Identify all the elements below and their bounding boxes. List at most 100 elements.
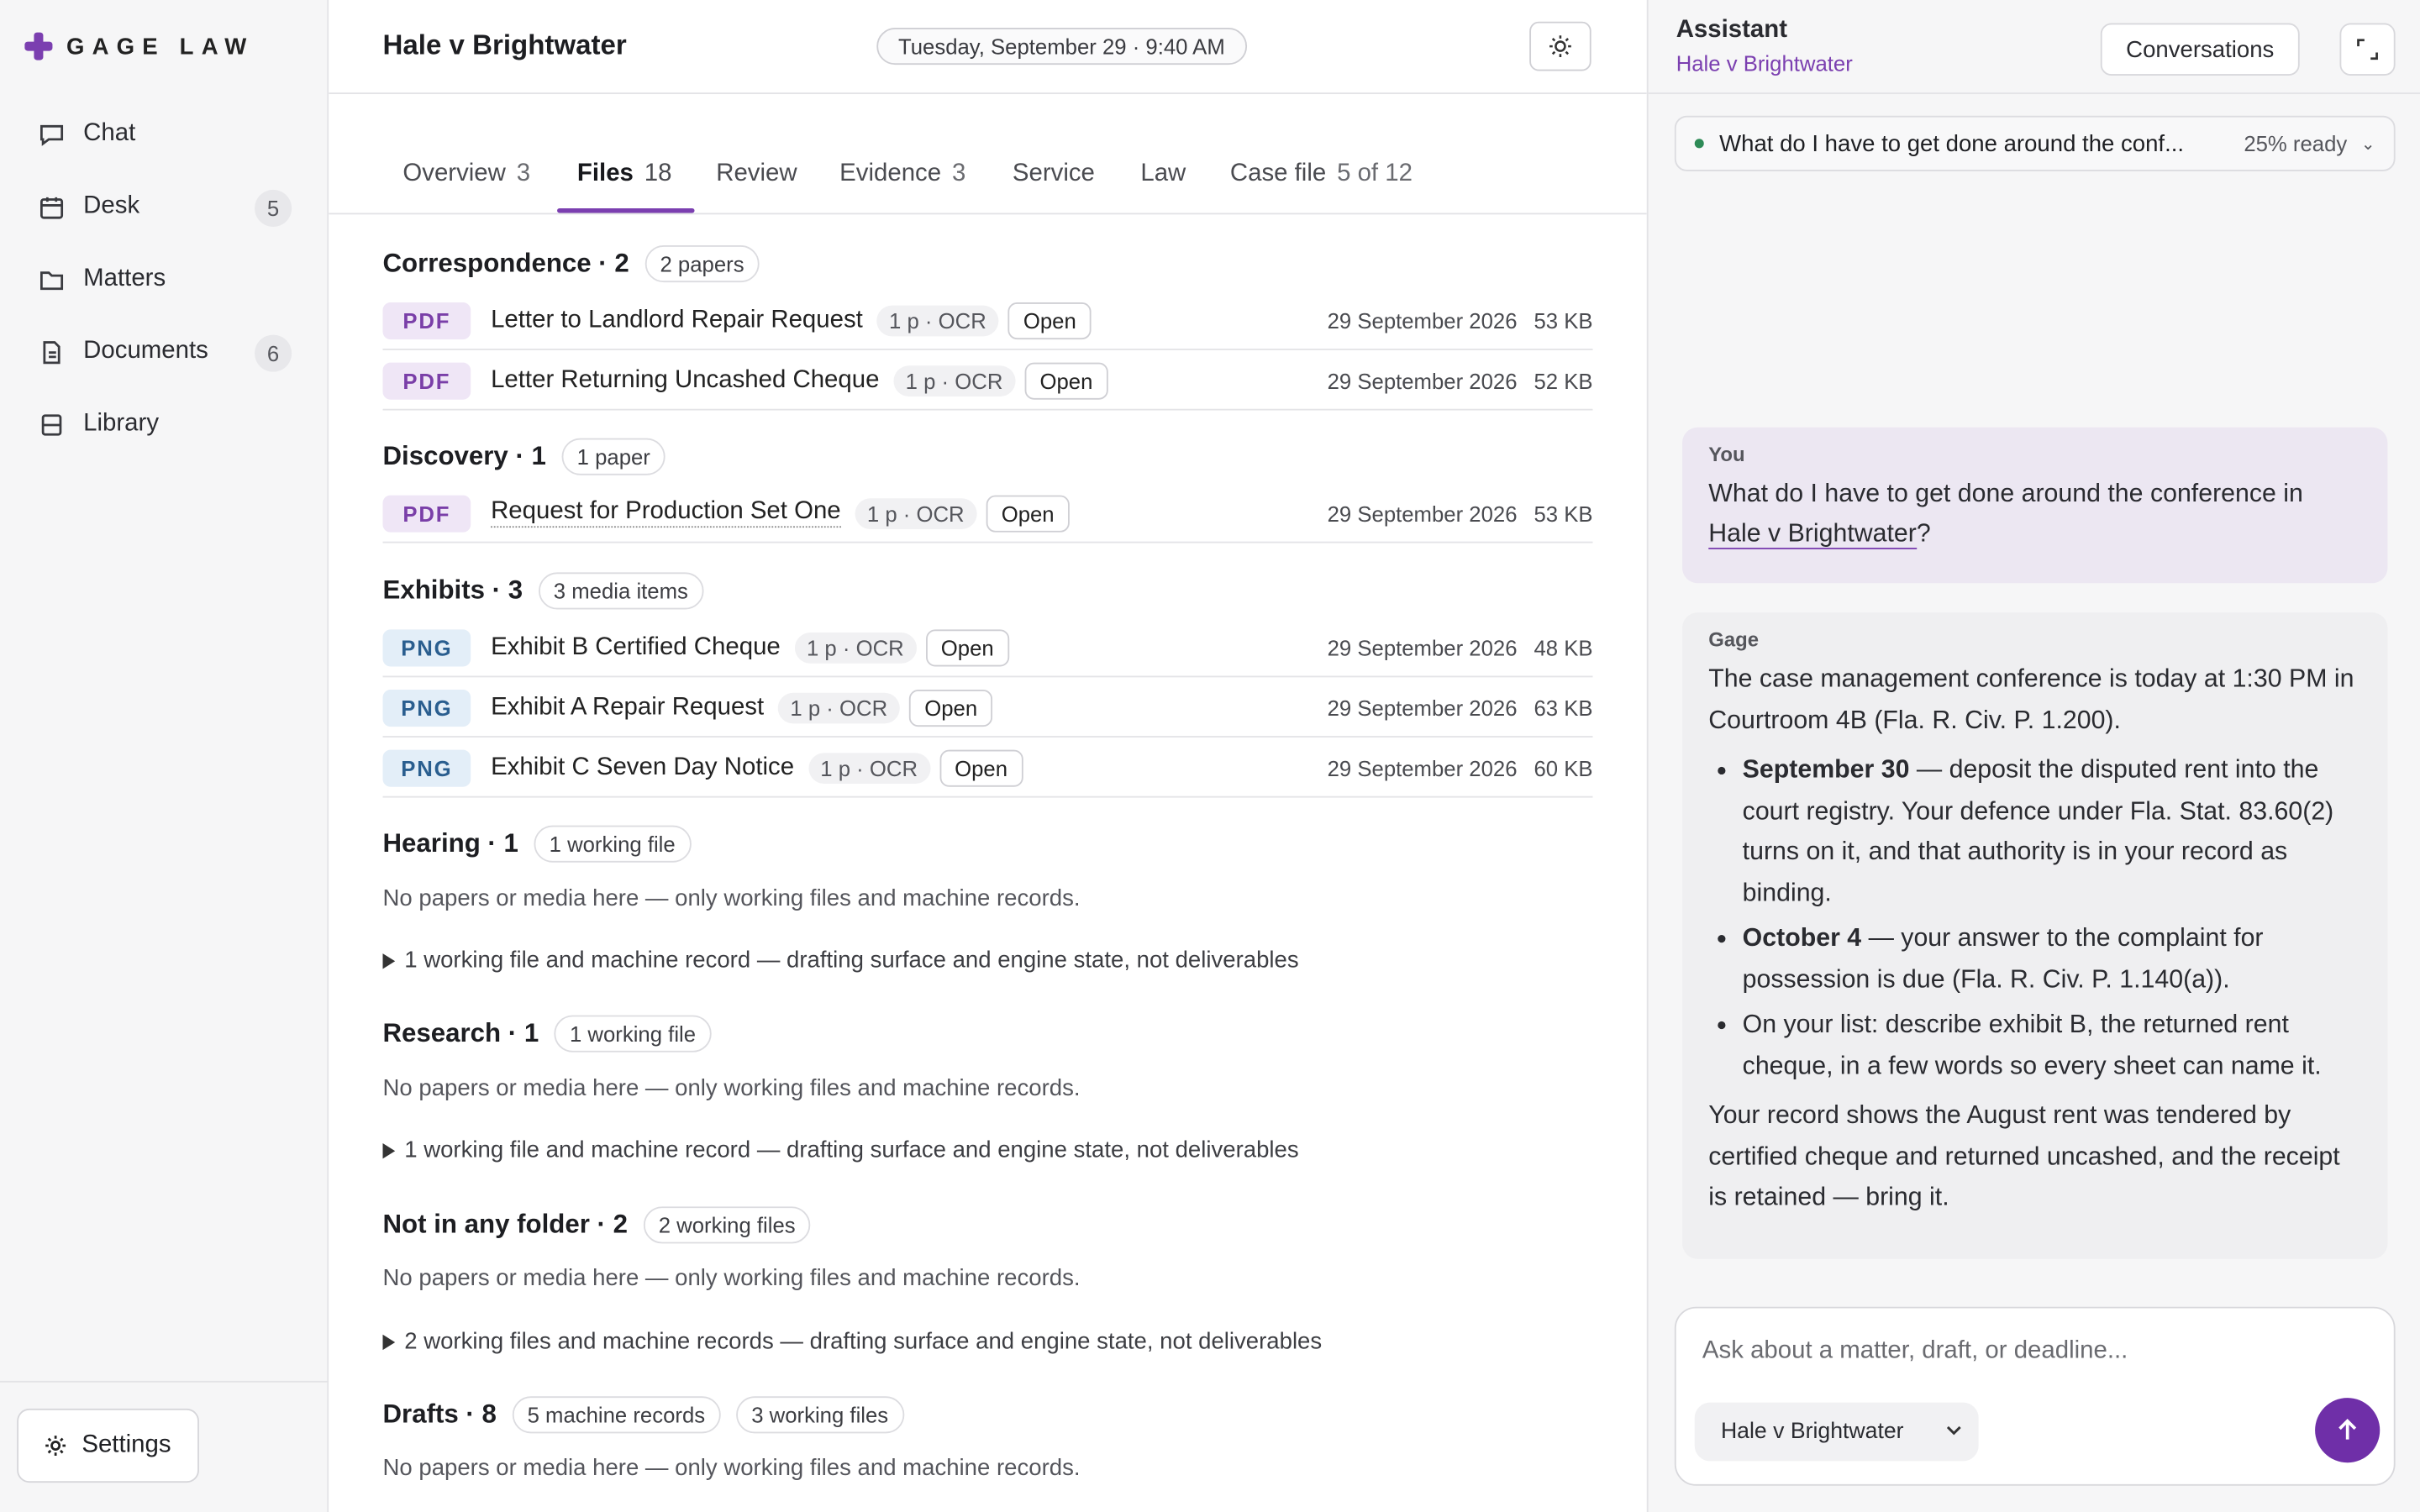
file-row[interactable]: PDF Letter to Landlord Repair Request 1 … [382, 291, 1593, 350]
file-size: 52 KB [1534, 368, 1593, 393]
working-files-toggle[interactable]: 2 working files and machine records — dr… [382, 1328, 1322, 1355]
matter-select[interactable]: Hale v Brightwater [1694, 1402, 1979, 1462]
file-row[interactable]: PNG Exhibit A Repair Request 1 p · OCR O… [382, 679, 1593, 738]
list-item-date: October 4 [1742, 924, 1862, 953]
document-icon [37, 338, 65, 365]
sidebar-item-desk[interactable]: Desk 5 [18, 175, 310, 239]
working-files-toggle[interactable]: 1 working file and machine record — draf… [382, 947, 1299, 974]
expand-button[interactable] [2339, 23, 2396, 76]
file-type-badge: PNG [382, 748, 471, 786]
open-button[interactable]: Open [986, 494, 1070, 532]
message-paragraph: Your record shows the August rent was te… [1708, 1101, 2340, 1211]
folder-header-unfiled[interactable]: Not in any folder · 2 2 working files [383, 1206, 812, 1244]
tab-label: Overview [402, 160, 506, 187]
open-button[interactable]: Open [908, 689, 993, 727]
tab-files[interactable]: Files 18 [577, 160, 672, 188]
file-name[interactable]: Letter to Landlord Repair Request [491, 307, 863, 334]
tab-label: Evidence [839, 160, 942, 187]
file-size: 48 KB [1534, 634, 1593, 660]
file-type-badge: PNG [382, 689, 471, 727]
send-button[interactable] [2315, 1398, 2381, 1463]
list-item: September 30 — deposit the disputed rent… [1743, 750, 2362, 914]
theme-toggle-button[interactable] [1529, 21, 1591, 71]
sidebar-item-label: Matters [83, 265, 166, 292]
settings-button[interactable]: Settings [17, 1408, 199, 1483]
ocr-badge: 1 p · OCR [892, 365, 1016, 396]
tab-service[interactable]: Service [1013, 160, 1095, 188]
conversation-select[interactable]: What do I have to get done around the co… [1674, 115, 2396, 171]
open-button[interactable]: Open [939, 748, 1023, 786]
open-button[interactable]: Open [1007, 302, 1092, 339]
file-type-badge: PDF [382, 302, 471, 339]
list-item-date: September 30 [1742, 755, 1910, 785]
folder-header-correspondence[interactable]: Correspondence · 2 2 papers [383, 245, 760, 283]
message-author: You [1708, 443, 1745, 466]
arrow-up-icon [2338, 1419, 2357, 1440]
documents-count-badge: 6 [255, 334, 292, 372]
brand[interactable]: GAGE LAW [24, 32, 254, 60]
ocr-badge: 1 p · OCR [855, 497, 977, 529]
folder-header-research[interactable]: Research · 1 1 working file [383, 1015, 712, 1053]
message-paragraph: The case management conference is today … [1708, 664, 2354, 734]
folder-title: Drafts · 8 [382, 1399, 497, 1429]
open-button[interactable]: Open [925, 628, 1010, 666]
file-name[interactable]: Letter Returning Uncashed Cheque [491, 366, 879, 394]
empty-folder-note: No papers or media here — only working f… [382, 1455, 1081, 1482]
folder-header-drafts[interactable]: Drafts · 8 5 machine records 3 working f… [382, 1396, 904, 1434]
sidebar-item-documents[interactable]: Documents 6 [18, 319, 310, 384]
file-name[interactable]: Request for Production Set One [491, 498, 841, 528]
conversations-button[interactable]: Conversations [2100, 23, 2300, 76]
composer: Ask about a matter, draft, or deadline..… [1674, 1306, 2396, 1486]
message-text-part: What do I have to get done around the co… [1708, 480, 2303, 508]
file-date: 29 September 2026 [1327, 368, 1518, 393]
file-name[interactable]: Exhibit B Certified Cheque [491, 633, 781, 661]
desk-count-badge: 5 [255, 189, 292, 227]
chat-bubble-icon [37, 120, 65, 148]
message-input[interactable]: Ask about a matter, draft, or deadline..… [1702, 1337, 2128, 1365]
file-name[interactable]: Exhibit A Repair Request [491, 694, 764, 722]
book-icon [37, 411, 65, 438]
sidebar-item-library[interactable]: Library [18, 392, 310, 457]
settings-label: Settings [82, 1431, 171, 1458]
ocr-badge: 1 p · OCR [794, 632, 917, 663]
sidebar-item-chat[interactable]: Chat [18, 102, 310, 166]
working-files-toggle[interactable]: 1 working file and machine record — draf… [382, 1137, 1299, 1163]
file-row[interactable]: PNG Exhibit C Seven Day Notice 1 p · OCR… [382, 739, 1593, 798]
tab-law[interactable]: Law [1140, 160, 1186, 188]
empty-folder-note: No papers or media here — only working f… [382, 1265, 1081, 1292]
folder-header-discovery[interactable]: Discovery · 1 1 paper [383, 438, 666, 475]
tab-count: 3 [516, 160, 531, 187]
open-button[interactable]: Open [1024, 361, 1108, 399]
matter-link[interactable]: Hale v Brightwater [1708, 519, 1917, 549]
tab-evidence[interactable]: Evidence 3 [839, 160, 965, 188]
list-item: On your list: describe exhibit B, the re… [1743, 1005, 2362, 1086]
assistant-matter-link[interactable]: Hale v Brightwater [1676, 51, 1853, 76]
ocr-badge: 1 p · OCR [777, 691, 900, 723]
main-panel: Hale v Brightwater Tuesday, September 29… [329, 0, 1647, 1512]
tab-label: Case file [1229, 160, 1327, 187]
tab-label: Review [716, 160, 797, 187]
folder-header-hearing[interactable]: Hearing · 1 1 working file [383, 825, 692, 863]
sidebar-footer: Settings [0, 1380, 329, 1512]
file-name[interactable]: Exhibit C Seven Day Notice [491, 753, 794, 781]
file-size: 53 KB [1534, 501, 1593, 526]
tab-case-file[interactable]: Case file 5 of 12 [1230, 160, 1413, 188]
file-row[interactable]: PNG Exhibit B Certified Cheque 1 p · OCR… [382, 619, 1593, 678]
disclosure-label: 1 working file and machine record — draf… [404, 947, 1299, 974]
file-type-badge: PDF [382, 361, 471, 399]
folder-chip: 1 working file [554, 1015, 712, 1053]
sidebar-item-matters[interactable]: Matters [18, 247, 310, 312]
sidebar-nav: Chat Desk 5 Matters Documents 6 Library [18, 102, 310, 465]
assistant-panel: Assistant Hale v Brightwater Conversatio… [1646, 0, 2420, 1512]
folder-chip: 1 working file [534, 825, 692, 863]
disclosure-triangle-icon [382, 1333, 396, 1350]
folder-header-exhibits[interactable]: Exhibits · 3 3 media items [383, 572, 704, 610]
tab-overview[interactable]: Overview 3 [402, 160, 530, 188]
file-row[interactable]: PDF Letter Returning Uncashed Cheque 1 p… [382, 352, 1593, 411]
tab-review[interactable]: Review [716, 160, 797, 188]
list-item-text: On your list: describe exhibit B, the re… [1742, 1011, 2322, 1079]
tab-label: Service [1012, 160, 1095, 187]
file-date: 29 September 2026 [1327, 695, 1518, 720]
file-row[interactable]: PDF Request for Production Set One 1 p ·… [382, 485, 1593, 543]
folder-title: Discovery · 1 [382, 441, 546, 471]
